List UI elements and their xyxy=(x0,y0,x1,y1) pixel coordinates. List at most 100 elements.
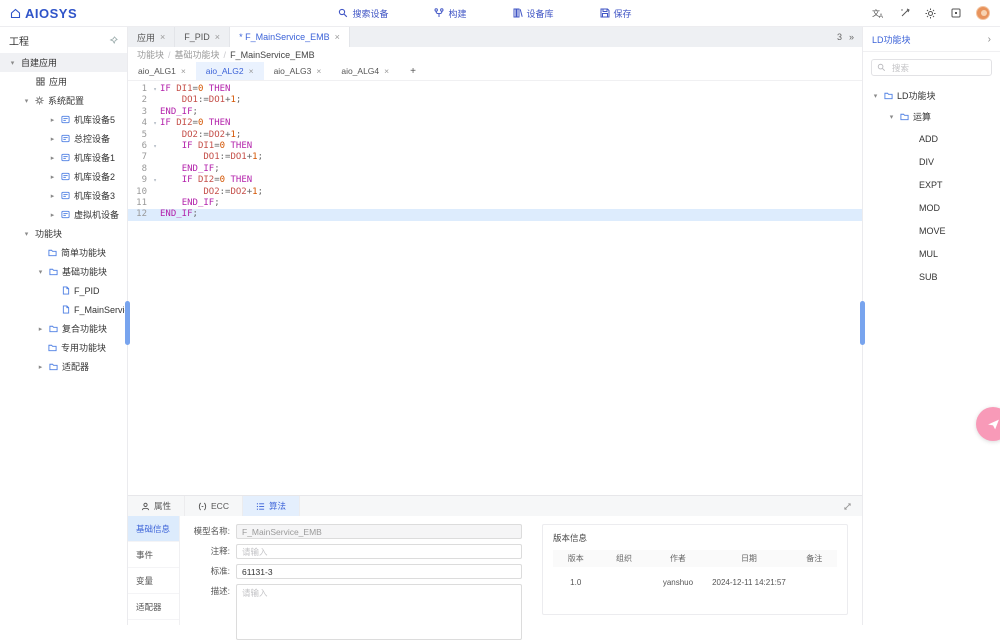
code-line[interactable]: 12END_IF; xyxy=(128,209,862,220)
code-line[interactable]: 11 END_IF; xyxy=(128,198,862,209)
close-icon[interactable]: × xyxy=(249,66,254,76)
left-resize-handle[interactable] xyxy=(125,301,130,345)
tree-item[interactable]: ▸机库设备3 xyxy=(0,186,127,205)
fb-panel-title[interactable]: LD功能块 xyxy=(872,33,911,46)
fb-block-item[interactable]: SUB xyxy=(863,265,1000,288)
tree-caret-icon[interactable]: ▸ xyxy=(48,135,57,143)
fb-tree-folder[interactable]: ▾LD功能块 xyxy=(863,85,1000,106)
tree-caret-icon[interactable]: ▸ xyxy=(36,325,45,333)
tree-item[interactable]: 专用功能块 xyxy=(0,338,127,357)
theme-icon[interactable] xyxy=(925,8,936,19)
bottom-menu-item[interactable]: 适配器 xyxy=(128,594,179,620)
description-field[interactable] xyxy=(236,584,522,640)
fb-block-item[interactable]: EXPT xyxy=(863,173,1000,196)
fb-search-box[interactable] xyxy=(871,59,992,76)
fold-caret-icon[interactable]: ▾ xyxy=(150,175,160,186)
tree-item[interactable]: 应用 xyxy=(0,72,127,91)
close-icon[interactable]: × xyxy=(181,66,186,76)
tree-caret-icon[interactable]: ▸ xyxy=(36,363,45,371)
code-line[interactable]: 7 DO1:=DO1+1; xyxy=(128,152,862,163)
tree-item[interactable]: F_PID xyxy=(0,281,127,300)
tree-item[interactable]: ▸机库设备2 xyxy=(0,167,127,186)
breadcrumb-item[interactable]: 功能块 xyxy=(137,48,164,61)
code-line[interactable]: 2 DO1:=DO1+1; xyxy=(128,95,862,106)
bottom-tab-算法[interactable]: 算法 xyxy=(243,496,300,516)
bottom-menu-item[interactable]: 变量 xyxy=(128,568,179,594)
tree-caret-icon[interactable]: ▾ xyxy=(22,230,31,238)
fb-tree-folder[interactable]: ▾运算 xyxy=(863,106,1000,127)
tree-caret-icon[interactable]: ▸ xyxy=(48,192,57,200)
panel-collapse-icon[interactable]: › xyxy=(988,34,991,45)
add-tab-button[interactable]: + xyxy=(399,62,427,80)
editor-tab[interactable]: * F_MainService_EMB× xyxy=(230,27,350,47)
st-code-editor[interactable]: 1▾IF DI1=0 THEN2 DO1:=DO1+1;3END_IF;4▾IF… xyxy=(128,81,862,495)
fb-block-item[interactable]: MOVE xyxy=(863,219,1000,242)
user-avatar[interactable] xyxy=(976,6,990,20)
tree-item[interactable]: F_MainService_EMB xyxy=(0,300,127,319)
close-icon[interactable]: × xyxy=(335,32,340,42)
algorithm-tab[interactable]: aio_ALG3× xyxy=(264,62,332,80)
fb-block-item[interactable]: ADD xyxy=(863,127,1000,150)
tree-item[interactable]: 简单功能块 xyxy=(0,243,127,262)
fold-caret-icon[interactable]: ▾ xyxy=(150,141,160,152)
panel-expand-icon[interactable] xyxy=(833,496,862,516)
editor-tab[interactable]: 应用× xyxy=(128,27,175,47)
app-logo[interactable]: AIOSYS xyxy=(10,6,130,21)
tree-item[interactable]: ▸复合功能块 xyxy=(0,319,127,338)
tree-caret-icon[interactable]: ▾ xyxy=(871,92,880,100)
topbar-menu-save[interactable]: 保存 xyxy=(600,7,632,20)
algorithm-tab[interactable]: aio_ALG4× xyxy=(331,62,399,80)
code-line[interactable]: 8 END_IF; xyxy=(128,164,862,175)
code-line[interactable]: 9▾ IF DI2=0 THEN xyxy=(128,175,862,186)
tree-item[interactable]: ▾自建应用 xyxy=(0,53,127,72)
breadcrumb-item[interactable]: F_MainService_EMB xyxy=(230,50,315,60)
tree-item[interactable]: ▾功能块 xyxy=(0,224,127,243)
comment-field[interactable] xyxy=(236,544,522,559)
algorithm-tab[interactable]: aio_ALG1× xyxy=(128,62,196,80)
pin-icon[interactable] xyxy=(109,36,118,45)
editor-tab[interactable]: F_PID× xyxy=(175,27,230,47)
tab-overflow-icon[interactable]: » xyxy=(849,32,854,42)
close-icon[interactable]: × xyxy=(160,32,165,42)
topbar-menu-device-library[interactable]: 设备库 xyxy=(513,7,554,20)
fb-search-input[interactable] xyxy=(890,62,986,74)
bottom-menu-item[interactable]: 事件 xyxy=(128,542,179,568)
tree-caret-icon[interactable]: ▸ xyxy=(48,154,57,162)
model-name-field[interactable] xyxy=(236,524,522,539)
topbar-menu-build[interactable]: 构建 xyxy=(434,7,466,20)
fold-caret-icon[interactable]: ▾ xyxy=(150,84,160,95)
code-line[interactable]: 5 DO2:=DO2+1; xyxy=(128,130,862,141)
tree-item[interactable]: ▸总控设备 xyxy=(0,129,127,148)
tree-item[interactable]: ▾系统配置 xyxy=(0,91,127,110)
tree-caret-icon[interactable]: ▾ xyxy=(8,59,17,67)
tree-item[interactable]: ▸虚拟机设备 xyxy=(0,205,127,224)
pointer-icon[interactable] xyxy=(900,8,910,18)
topbar-menu-search[interactable]: 搜索设备 xyxy=(338,7,388,20)
tree-caret-icon[interactable]: ▸ xyxy=(48,173,57,181)
tree-caret-icon[interactable]: ▸ xyxy=(48,211,57,219)
code-line[interactable]: 1▾IF DI1=0 THEN xyxy=(128,84,862,95)
code-line[interactable]: 6▾ IF DI1=0 THEN xyxy=(128,141,862,152)
fold-caret-icon[interactable]: ▾ xyxy=(150,118,160,129)
tree-caret-icon[interactable]: ▾ xyxy=(887,113,896,121)
tree-caret-icon[interactable]: ▸ xyxy=(48,116,57,124)
bottom-menu-item[interactable]: 基础信息 xyxy=(128,516,179,542)
tree-item[interactable]: ▸机库设备1 xyxy=(0,148,127,167)
tree-item[interactable]: ▾基础功能块 xyxy=(0,262,127,281)
algorithm-tab[interactable]: aio_ALG2× xyxy=(196,62,264,80)
fb-block-item[interactable]: DIV xyxy=(863,150,1000,173)
close-icon[interactable]: × xyxy=(384,66,389,76)
bottom-tab-属性[interactable]: 属性 xyxy=(128,496,185,516)
bottom-tab-ECC[interactable]: ECC xyxy=(185,496,243,516)
tree-caret-icon[interactable]: ▾ xyxy=(36,268,45,276)
apps-icon[interactable] xyxy=(951,8,961,18)
code-line[interactable]: 3END_IF; xyxy=(128,107,862,118)
fb-block-item[interactable]: MOD xyxy=(863,196,1000,219)
tree-caret-icon[interactable]: ▾ xyxy=(22,97,31,105)
breadcrumb-item[interactable]: 基础功能块 xyxy=(175,48,220,61)
close-icon[interactable]: × xyxy=(215,32,220,42)
code-line[interactable]: 4▾IF DI2=0 THEN xyxy=(128,118,862,129)
right-resize-handle[interactable] xyxy=(860,301,865,345)
tree-item[interactable]: ▸机库设备5 xyxy=(0,110,127,129)
standard-field[interactable] xyxy=(236,564,522,579)
